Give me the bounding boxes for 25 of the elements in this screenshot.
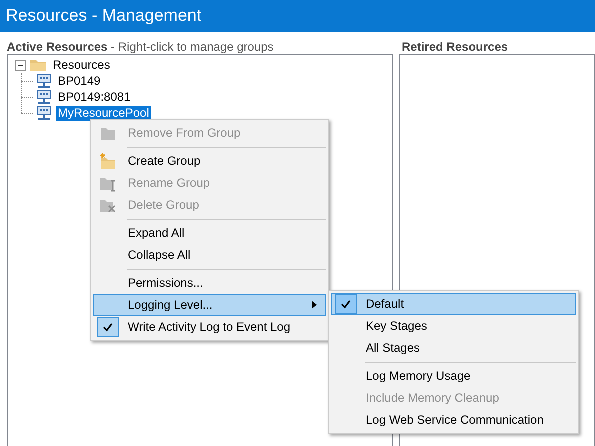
menu-item[interactable]: Collapse All [93,244,326,266]
panel-header: Active Resources - Right-click to manage groups [7,39,275,54]
menu-item[interactable]: Key Stages [331,315,576,337]
menu-item[interactable]: Create Group [93,150,326,172]
folder-icon [29,58,47,72]
menu-item[interactable]: Log Memory Usage [331,365,576,387]
menu-item[interactable]: Log Web Service Communication [331,409,576,431]
computer-icon [36,105,52,121]
tree-item[interactable]: Resources [51,58,112,72]
tree-item[interactable]: BP0149:8081 [56,90,133,104]
tree-item[interactable]: BP0149 [56,74,103,88]
menu-item[interactable]: Logging Level... [93,294,326,316]
collapse-icon[interactable] [15,60,26,70]
menu-item[interactable]: Expand All [93,222,326,244]
folder-icon [99,152,117,170]
menu-item[interactable]: Permissions... [93,272,326,294]
computer-icon [36,89,52,105]
window-title: Resources - Management [6,5,202,28]
submenu-arrow-icon [312,301,317,309]
menu-item[interactable]: Default [331,293,576,315]
computer-icon [36,73,52,89]
tree-item[interactable]: MyResourcePool [56,106,152,120]
panel-header: Retired Resources [401,39,510,54]
menu-item[interactable]: Write Activity Log to Event Log [93,316,326,338]
menu-item[interactable]: All Stages [331,337,576,359]
